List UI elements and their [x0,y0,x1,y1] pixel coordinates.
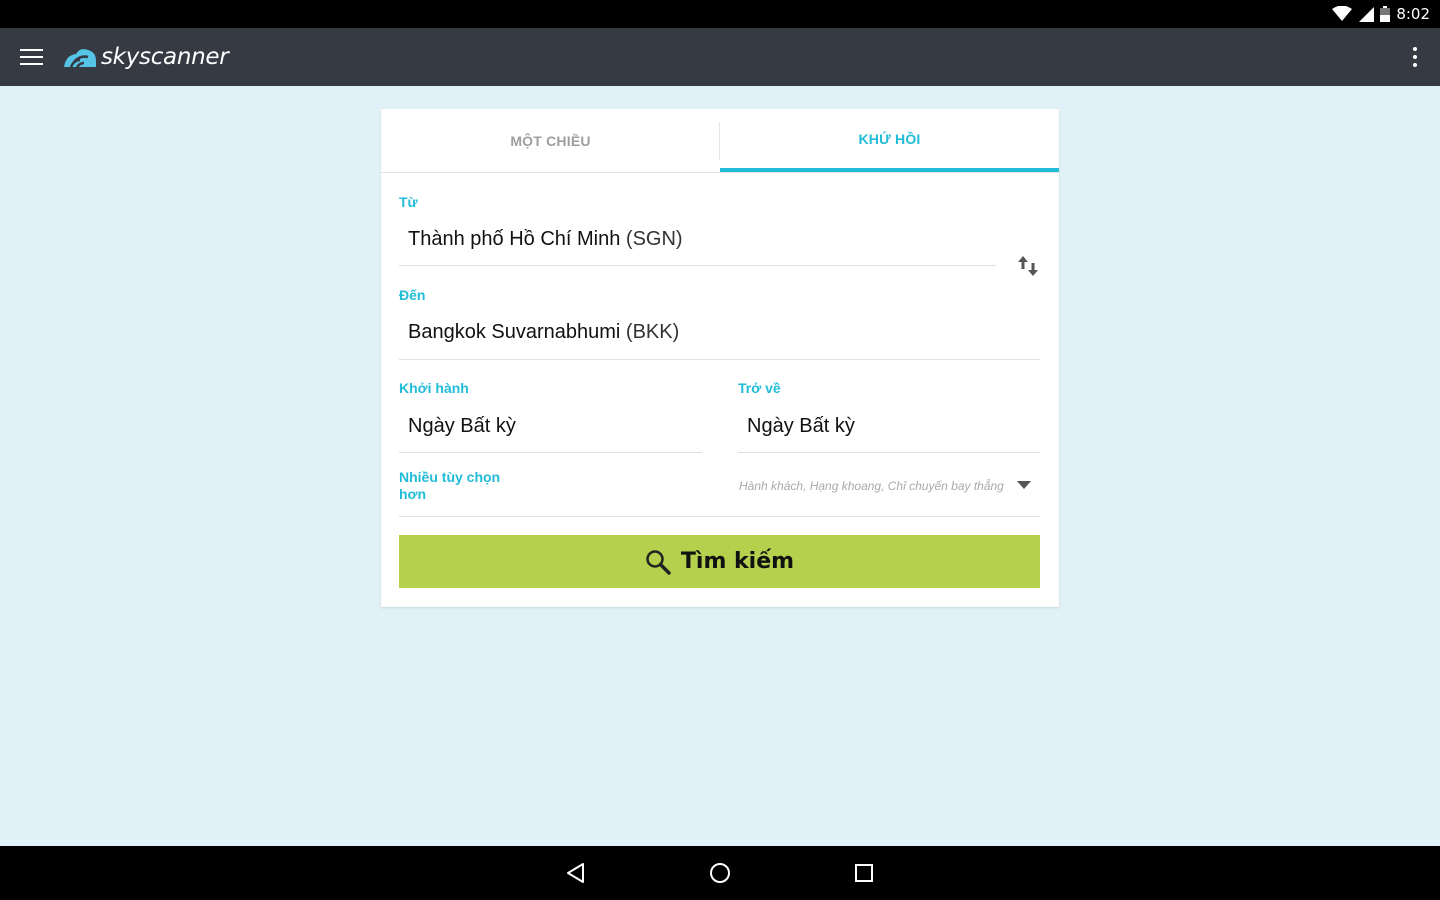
depart-underline [399,452,702,453]
tab-round-trip[interactable]: KHỨ HỒI [720,109,1059,172]
tab-one-way[interactable]: MỘT CHIỀU [381,109,720,172]
return-underline [738,452,1040,453]
skyscanner-logo[interactable]: skyscanner [62,42,229,72]
options-underline [399,516,1040,517]
to-label: Đến [399,287,426,303]
search-button-label: Tìm kiếm [680,549,795,574]
skyscanner-cloud-icon [64,49,96,68]
to-city: Bangkok Suvarnabhumi [408,321,621,343]
hamburger-menu-icon[interactable] [20,49,43,65]
app-bar: skyscanner [0,28,1440,86]
status-time: 8:02 [1396,5,1430,23]
from-label: Từ [399,194,418,210]
wifi-icon [1332,6,1353,21]
brand-name: skyscanner [101,44,229,70]
to-field[interactable]: Bangkok Suvarnabhumi (BKK) [408,321,679,344]
recents-icon[interactable] [852,861,876,885]
from-code: (SGN) [625,228,683,250]
more-options-hint[interactable]: Hành khách, Hạng khoang, Chỉ chuyến bay … [739,479,1004,493]
swap-airports-icon[interactable] [1017,254,1039,278]
to-underline [399,359,1040,360]
search-icon [646,549,671,575]
more-options-label[interactable]: Nhiều tùy chọn hơn [399,469,519,503]
search-button[interactable]: Tìm kiếm [399,535,1040,588]
back-icon[interactable] [564,861,588,885]
return-label: Trở về [738,380,781,396]
overflow-menu-icon[interactable] [1412,47,1418,67]
flight-search-card: MỘT CHIỀU KHỨ HỒI Từ Thành phố Hồ Chí Mi… [381,109,1059,607]
return-field[interactable]: Ngày Bất kỳ [747,415,855,438]
from-city: Thành phố Hồ Chí Minh [408,228,621,250]
status-bar: 8:02 [0,0,1440,28]
depart-label: Khởi hành [399,380,469,396]
from-underline [399,265,996,266]
home-icon[interactable] [708,861,732,885]
system-navigation-bar [0,846,1440,900]
from-field[interactable]: Thành phố Hồ Chí Minh (SGN) [408,228,683,251]
battery-icon [1380,6,1391,22]
to-code: (BKK) [625,321,680,343]
dropdown-arrow-icon[interactable] [1017,481,1031,489]
trip-type-tabs: MỘT CHIỀU KHỨ HỒI [381,109,1059,173]
signal-icon [1359,7,1375,22]
depart-field[interactable]: Ngày Bất kỳ [408,415,516,438]
